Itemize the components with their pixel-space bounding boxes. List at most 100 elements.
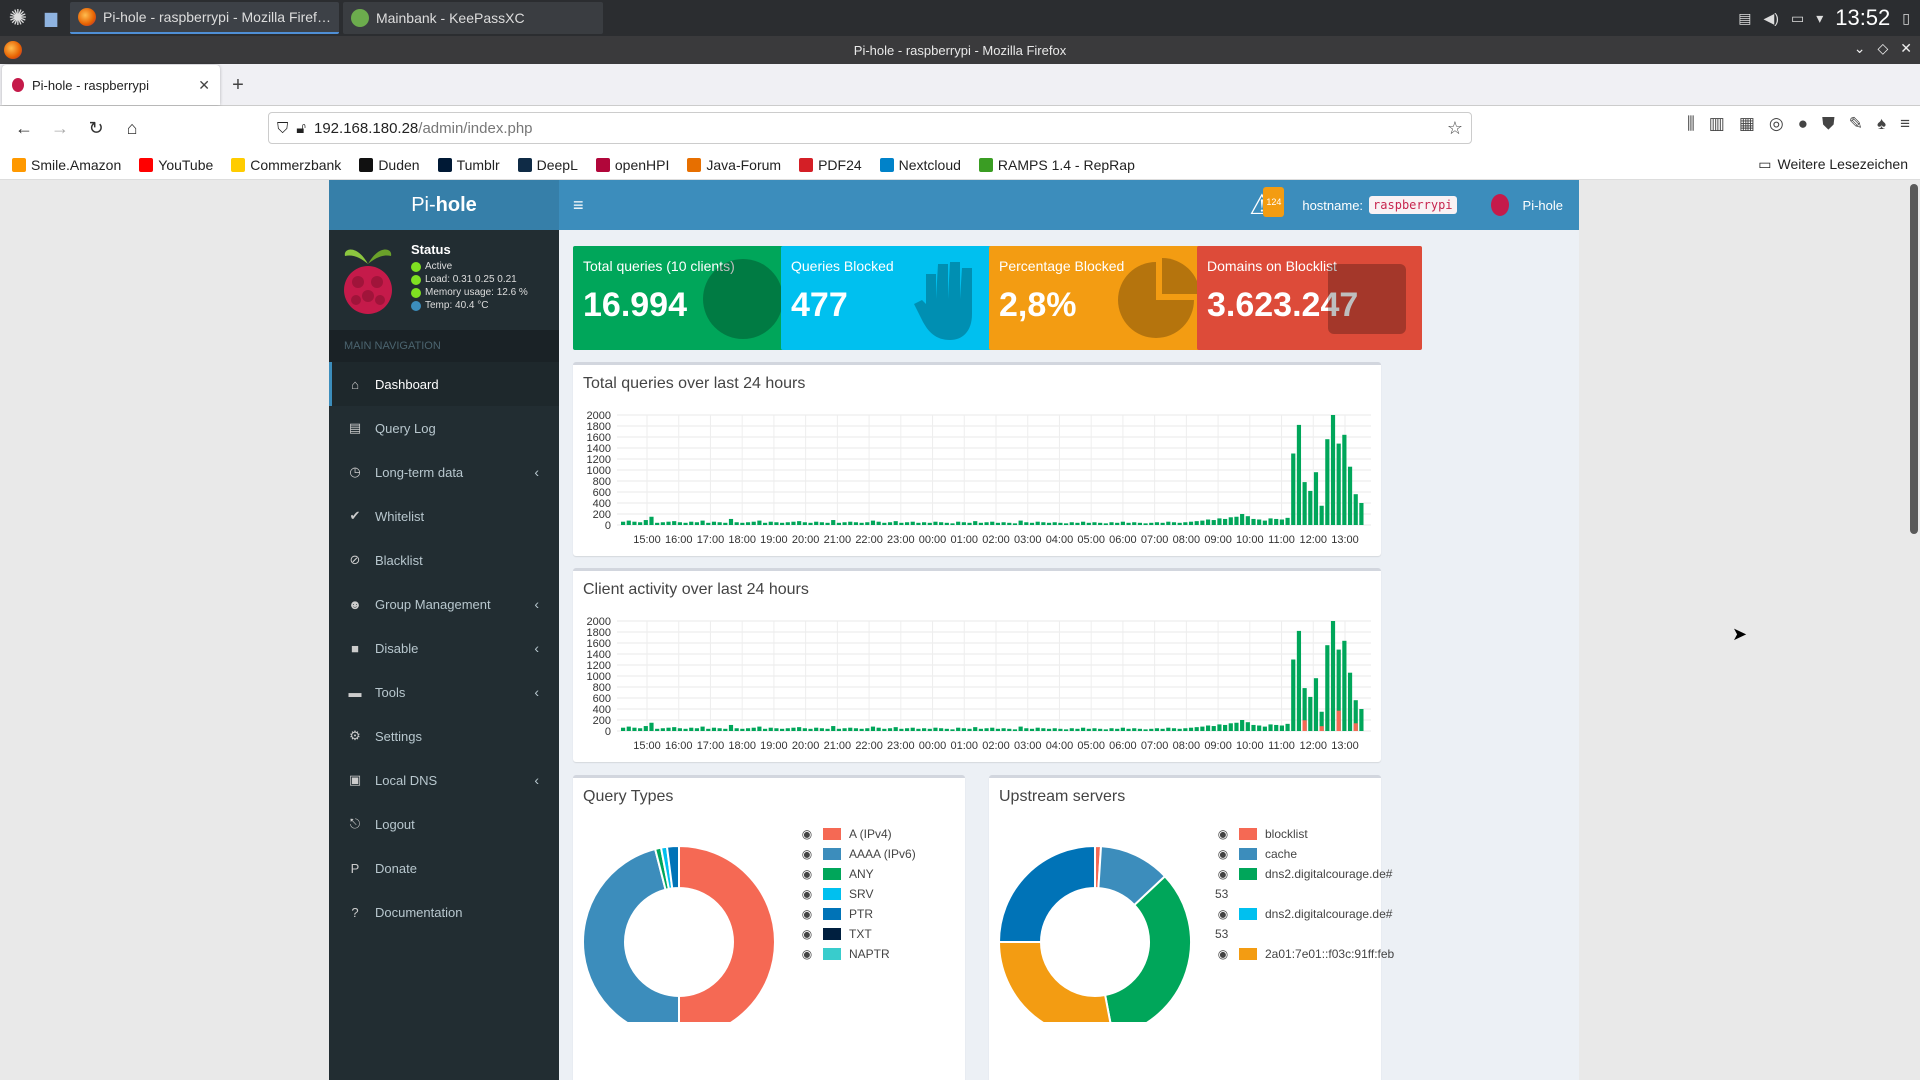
bookmark-item[interactable]: openHPI xyxy=(595,157,669,173)
y-tick-label: 2000 xyxy=(587,616,611,628)
extension-map-icon[interactable]: ▦ xyxy=(1739,114,1755,134)
eye-icon[interactable]: ◉ xyxy=(799,927,815,941)
maximize-icon[interactable]: ◇ xyxy=(1877,40,1888,57)
percentage-blocked-box[interactable]: Percentage Blocked 2,8% xyxy=(989,246,1214,350)
minimize-icon[interactable]: ⌄ xyxy=(1854,40,1866,57)
bar xyxy=(677,522,682,525)
pihole-logo[interactable]: Pi-hole xyxy=(329,180,559,230)
domains-blocklist-box[interactable]: Domains on Blocklist 3.623.247 xyxy=(1197,246,1422,350)
sidebar-toggle-icon[interactable]: ≡ xyxy=(573,195,584,216)
legend-item[interactable]: ◉ PTR xyxy=(799,904,916,924)
bar xyxy=(1137,522,1143,525)
ublock-icon[interactable]: ⛊ xyxy=(1822,114,1835,134)
shield-icon[interactable]: ⛉ xyxy=(277,120,288,137)
legend-item[interactable]: ◉ AAAA (IPv6) xyxy=(799,844,916,864)
bookmark-item[interactable]: Nextcloud xyxy=(879,157,961,173)
task-firefox[interactable]: Pi-hole - raspberrypi - Mozilla Firef… xyxy=(70,2,339,34)
more-bookmarks[interactable]: ▭ Weitere Lesezeichen xyxy=(1758,156,1920,173)
nav-item-label: Logout xyxy=(375,816,415,832)
app-launcher-icon[interactable]: ✺ xyxy=(0,0,36,36)
home-button[interactable]: ⌂ xyxy=(114,110,150,146)
page-scrollbar[interactable] xyxy=(1910,184,1918,534)
eye-icon[interactable]: ◉ xyxy=(1215,947,1231,961)
forward-button[interactable]: → xyxy=(42,110,78,146)
legend-item[interactable]: 53 xyxy=(1215,884,1394,904)
bookmark-item[interactable]: Smile.Amazon xyxy=(12,157,121,173)
sidebar-icon[interactable]: ▥ xyxy=(1709,114,1725,134)
nav-item-local-dns[interactable]: ▣ Local DNS ‹ xyxy=(329,758,559,802)
total-queries-box[interactable]: Total queries (10 clients) 16.994 xyxy=(573,246,798,350)
clipboard-icon[interactable]: ▤ xyxy=(1738,10,1751,27)
eye-icon[interactable]: ◉ xyxy=(799,847,815,861)
new-tab-button[interactable]: + xyxy=(220,65,256,105)
nav-item-blacklist[interactable]: ⊘ Blacklist xyxy=(329,538,559,582)
legend-item[interactable]: ◉ NAPTR xyxy=(799,944,916,964)
bookmark-item[interactable]: Java-Forum xyxy=(687,157,781,173)
legend-item[interactable]: ◉ dns2.digitalcourage.de# xyxy=(1215,904,1394,924)
library-icon[interactable]: ⫼ xyxy=(1687,114,1695,134)
extension-arrow-icon[interactable]: ♠ xyxy=(1877,114,1886,134)
eye-icon[interactable]: ◉ xyxy=(1215,907,1231,921)
nav-item-long-term-data[interactable]: ◷ Long-term data ‹ xyxy=(329,450,559,494)
bookmark-star-icon[interactable]: ☆ xyxy=(1447,118,1463,139)
nav-item-whitelist[interactable]: ✔ Whitelist xyxy=(329,494,559,538)
extension-dots-icon[interactable]: ● xyxy=(1798,114,1808,134)
close-tab-icon[interactable]: ✕ xyxy=(198,77,210,94)
reload-button[interactable]: ↻ xyxy=(78,110,114,146)
nav-item-tools[interactable]: ▬ Tools ‹ xyxy=(329,670,559,714)
eye-icon[interactable]: ◉ xyxy=(799,907,815,921)
browser-tab[interactable]: Pi-hole - raspberrypi ✕ xyxy=(2,65,220,105)
nav-item-donate[interactable]: P Donate xyxy=(329,846,559,890)
nav-item-logout[interactable]: ⎋ Logout xyxy=(329,802,559,846)
legend-item[interactable]: ◉ ANY xyxy=(799,864,916,884)
back-button[interactable]: ← xyxy=(6,110,42,146)
warning-icon[interactable]: ⚠ 124 xyxy=(1249,187,1285,219)
nav-item-documentation[interactable]: ? Documentation xyxy=(329,890,559,934)
menu-icon[interactable]: ≡ xyxy=(1900,114,1910,134)
legend-item[interactable]: ◉ TXT xyxy=(799,924,916,944)
nav-item-group-management[interactable]: ☻ Group Management ‹ xyxy=(329,582,559,626)
nav-item-settings[interactable]: ⚙ Settings xyxy=(329,714,559,758)
bar xyxy=(762,728,768,731)
insecure-lock-icon[interactable]: 🔓︎ xyxy=(296,120,306,137)
show-desktop-icon[interactable]: ▯ xyxy=(1902,10,1910,27)
legend-item[interactable]: ◉ dns2.digitalcourage.de# xyxy=(1215,864,1394,884)
legend-item[interactable]: ◉ cache xyxy=(1215,844,1394,864)
bookmark-item[interactable]: Duden xyxy=(359,157,420,173)
bar xyxy=(1029,728,1035,731)
queries-blocked-box[interactable]: Queries Blocked 477 xyxy=(781,246,1006,350)
raspberry-pi-logo-icon xyxy=(339,242,397,320)
eye-icon[interactable]: ◉ xyxy=(799,887,815,901)
bookmark-item[interactable]: YouTube xyxy=(139,157,213,173)
url-bar[interactable]: ⛉ 🔓︎ 192.168.180.28/admin/index.php ☆ xyxy=(268,112,1472,144)
display-icon[interactable]: ▭ xyxy=(1791,10,1804,27)
eye-icon[interactable]: ◉ xyxy=(1215,867,1231,881)
nav-item-dashboard[interactable]: ⌂ Dashboard xyxy=(329,362,559,406)
eye-icon[interactable]: ◉ xyxy=(1215,827,1231,841)
bookmark-item[interactable]: RAMPS 1.4 - RepRap xyxy=(978,157,1135,173)
legend-item[interactable]: ◉ A (IPv4) xyxy=(799,824,916,844)
nav-item-disable[interactable]: ■ Disable ‹ xyxy=(329,626,559,670)
extension-circle-icon[interactable]: ◎ xyxy=(1769,114,1784,134)
file-manager-icon[interactable]: ▆ xyxy=(36,0,66,36)
close-window-icon[interactable]: ✕ xyxy=(1900,40,1912,57)
eye-icon[interactable]: ◉ xyxy=(799,827,815,841)
nav-item-query-log[interactable]: ▤ Query Log xyxy=(329,406,559,450)
bookmark-item[interactable]: PDF24 xyxy=(799,157,862,173)
extension-pen-icon[interactable]: ✎ xyxy=(1849,114,1863,134)
eye-icon[interactable]: ◉ xyxy=(799,867,815,881)
legend-item[interactable]: ◉ blocklist xyxy=(1215,824,1394,844)
legend-item[interactable]: ◉ SRV xyxy=(799,884,916,904)
task-keepassxc[interactable]: Mainbank - KeePassXC xyxy=(342,2,603,34)
eye-icon[interactable]: ◉ xyxy=(799,947,815,961)
tray-expand-icon[interactable]: ▾ xyxy=(1816,10,1823,27)
legend-item[interactable]: ◉ 2a01:7e01::f03c:91ff:feb xyxy=(1215,944,1394,964)
bookmark-item[interactable]: Commerzbank xyxy=(231,157,341,173)
volume-icon[interactable]: ◀) xyxy=(1764,10,1779,27)
clock[interactable]: 13:52 xyxy=(1835,5,1890,31)
eye-icon[interactable]: ◉ xyxy=(1215,847,1231,861)
user-menu[interactable]: Pi-hole xyxy=(1490,194,1563,216)
legend-item[interactable]: 53 xyxy=(1215,924,1394,944)
bookmark-item[interactable]: Tumblr xyxy=(437,157,500,173)
bookmark-item[interactable]: DeepL xyxy=(517,157,578,173)
